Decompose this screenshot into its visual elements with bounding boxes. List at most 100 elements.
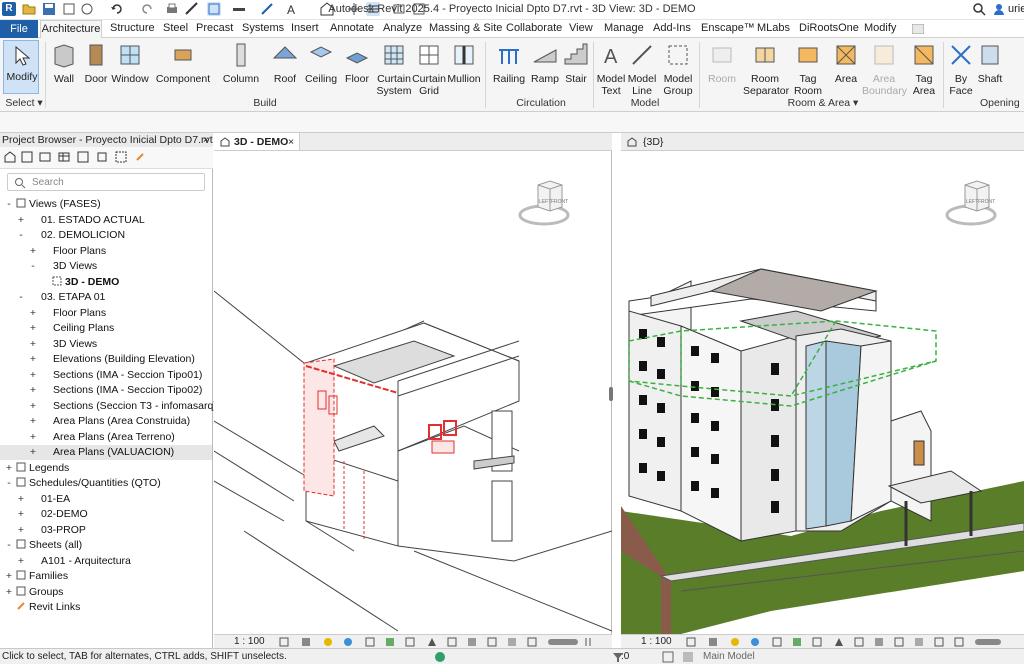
component-button[interactable]: Component xyxy=(154,42,212,85)
tree-item[interactable]: + Area Plans (Area Terreno) xyxy=(28,430,175,445)
tree-item[interactable]: +3D Views xyxy=(28,337,97,352)
tag-room-button[interactable]: Tag Room xyxy=(792,42,824,97)
collapse-icon[interactable]: - xyxy=(16,228,26,243)
viewcube-left-face[interactable]: LEFT xyxy=(539,199,551,205)
column-button[interactable]: Column xyxy=(222,42,260,85)
tab-annotate[interactable]: Annotate xyxy=(330,22,374,34)
by-face-button[interactable]: By Face xyxy=(946,42,976,97)
select-panel-label[interactable]: Select ▾ xyxy=(4,97,44,109)
collapse-icon[interactable]: - xyxy=(4,476,14,491)
tab-collaborate[interactable]: Collaborate xyxy=(506,22,562,34)
tab-manage[interactable]: Manage xyxy=(604,22,644,34)
scroll-thumb-left[interactable] xyxy=(609,387,613,401)
tab-architecture[interactable]: Architecture xyxy=(40,20,102,39)
tree-item[interactable]: - Schedules/Quantities (QTO) xyxy=(4,476,160,491)
group-icon[interactable] xyxy=(115,151,127,163)
railing-button[interactable]: Railing xyxy=(492,42,526,85)
mullion-button[interactable]: Mullion xyxy=(447,42,481,85)
view-scale[interactable]: 1 : 100 xyxy=(234,635,265,648)
viewcube-front-face[interactable]: FRONT xyxy=(978,199,995,205)
view-control-icons[interactable] xyxy=(278,636,600,648)
view-icon[interactable] xyxy=(21,151,33,163)
expand-icon[interactable]: + xyxy=(28,430,38,445)
tab-structure[interactable]: Structure xyxy=(110,22,155,34)
expand-icon[interactable]: + xyxy=(28,244,38,259)
sheet-icon[interactable] xyxy=(39,151,51,163)
search-icon[interactable] xyxy=(972,2,986,16)
tab-massing-site[interactable]: Massing & Site xyxy=(429,22,502,34)
tree-item[interactable]: - 03. ETAPA 01 xyxy=(16,290,105,305)
family-icon[interactable] xyxy=(96,151,108,163)
view-control-icons[interactable] xyxy=(685,636,1011,648)
view-tab-3d[interactable]: {3D} xyxy=(621,133,1024,151)
model-line-button[interactable]: Model Line xyxy=(627,42,657,97)
close-icon[interactable]: × xyxy=(203,133,209,147)
viewcube-left[interactable]: LEFT FRONT xyxy=(518,180,570,226)
tree-item[interactable]: + Sections (IMA - Seccion Tipo02) xyxy=(28,383,202,398)
collapse-icon[interactable]: - xyxy=(16,290,26,305)
tree-item[interactable]: + Legends xyxy=(4,461,69,476)
area-button[interactable]: Area xyxy=(832,42,860,85)
expand-icon[interactable]: + xyxy=(28,306,38,321)
ramp-button[interactable]: Ramp xyxy=(530,42,560,85)
view-3d-demo[interactable]: 3D - DEMO × LEFT FRONT 1: 100 xyxy=(214,133,612,648)
link-icon[interactable] xyxy=(134,151,146,163)
tree-item[interactable]: + Sections (IMA - Seccion Tipo01) xyxy=(28,368,202,383)
tree-item[interactable]: + Area Plans (VALUACION) xyxy=(0,445,212,460)
shaft-button[interactable]: Shaft xyxy=(976,42,1004,85)
tab-enscape[interactable]: Enscape™ xyxy=(701,22,755,34)
active-model[interactable]: Main Model xyxy=(703,649,755,664)
expand-icon[interactable]: + xyxy=(28,321,38,336)
editable-only-icon[interactable] xyxy=(682,651,694,663)
tab-insert[interactable]: Insert xyxy=(291,22,319,34)
tab-steel[interactable]: Steel xyxy=(163,22,188,34)
tree-item[interactable]: - Sheets (all) xyxy=(4,538,82,553)
view-3d-default[interactable]: {3D} LEFT FRONT 1: 100 xyxy=(621,133,1024,648)
building-model-canvas[interactable]: LEFT FRONT xyxy=(621,151,1024,634)
tree-item[interactable]: Revit Links xyxy=(4,600,80,615)
model-group-button[interactable]: Model Group xyxy=(661,42,695,97)
expand-icon[interactable]: + xyxy=(28,383,38,398)
room-area-panel-label[interactable]: Room & Area ▾ xyxy=(704,97,942,109)
close-icon[interactable]: × xyxy=(288,133,294,151)
legend-icon[interactable] xyxy=(77,151,89,163)
roof-button[interactable]: Roof xyxy=(270,42,300,85)
wall-button[interactable]: Wall xyxy=(49,42,79,85)
curtain-grid-button[interactable]: Curtain Grid xyxy=(412,42,446,97)
expand-icon[interactable]: + xyxy=(16,492,26,507)
tree-item[interactable]: +01. ESTADO ACTUAL xyxy=(16,213,145,228)
expand-icon[interactable]: + xyxy=(4,569,14,584)
tree-item[interactable]: + Floor Plans xyxy=(28,306,106,321)
collapse-icon[interactable]: - xyxy=(28,259,38,274)
view-scale[interactable]: 1 : 100 xyxy=(641,635,672,648)
tab-systems[interactable]: Systems xyxy=(242,22,284,34)
tab-precast[interactable]: Precast xyxy=(196,22,233,34)
tree-item[interactable]: + Elevations (Building Elevation) xyxy=(28,352,195,367)
view-tab-3d-demo[interactable]: 3D - DEMO × xyxy=(214,133,300,151)
tab-analyze[interactable]: Analyze xyxy=(383,22,422,34)
schedule-icon[interactable] xyxy=(58,151,70,163)
expand-icon[interactable]: + xyxy=(16,523,26,538)
expand-icon[interactable]: + xyxy=(4,461,14,476)
collapse-icon[interactable]: - xyxy=(4,538,14,553)
browser-search[interactable]: Search xyxy=(7,173,205,191)
expand-icon[interactable]: + xyxy=(28,352,38,367)
tab-mlabs[interactable]: MLabs xyxy=(757,22,790,34)
expand-icon[interactable]: + xyxy=(28,337,38,352)
tag-area-button[interactable]: Tag Area xyxy=(910,42,938,97)
curtain-system-button[interactable]: Curtain System xyxy=(376,42,412,97)
tree-item[interactable]: + Sections (Seccion T3 - infomasarq) xyxy=(28,399,217,414)
tab-dirootsone[interactable]: DiRootsOne xyxy=(799,22,859,34)
area-boundary-button[interactable]: Area Boundary xyxy=(862,42,907,97)
worksharing-icon[interactable] xyxy=(434,651,446,663)
tree-item[interactable]: - 3D Views xyxy=(28,259,97,274)
tree-item[interactable]: 3D - DEMO xyxy=(40,275,119,290)
tab-view[interactable]: View xyxy=(569,22,593,34)
user-icon[interactable] xyxy=(992,2,1006,16)
room-separator-button[interactable]: Room Separator xyxy=(743,42,789,97)
tree-item[interactable]: + Floor Plans xyxy=(28,244,106,259)
tree-item[interactable]: +01-EA xyxy=(16,492,70,507)
expand-icon[interactable]: + xyxy=(28,414,38,429)
viewcube-left-face[interactable]: LEFT xyxy=(966,199,978,205)
tree-item[interactable]: +03-PROP xyxy=(16,523,86,538)
